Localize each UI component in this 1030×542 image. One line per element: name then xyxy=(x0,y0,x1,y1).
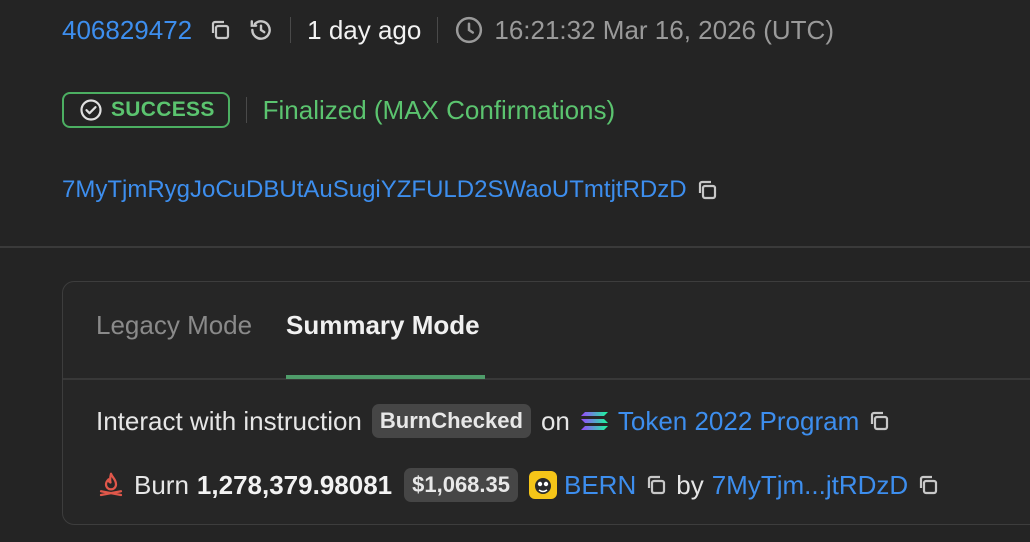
account-link[interactable]: 7MyTjm...jtRDzD xyxy=(712,470,908,501)
burn-amount: 1,278,379.98081 xyxy=(196,469,393,500)
copy-icon[interactable] xyxy=(208,18,232,42)
divider xyxy=(437,17,439,43)
bern-token-icon xyxy=(528,470,558,500)
mode-tabs: Legacy Mode Summary Mode xyxy=(63,282,1030,380)
status-badge: SUCCESS xyxy=(62,92,230,128)
relative-age: 1 day ago xyxy=(307,14,422,45)
interact-prefix: Interact with instruction xyxy=(96,405,362,436)
tab-legacy-mode[interactable]: Legacy Mode xyxy=(96,310,252,341)
signer-row: 7MyTjmRygJoCuDBUtAuSugiYZFULD2SWaoUTmtjt… xyxy=(62,172,719,208)
burn-line: Burn 1,278,379.98081 $1,068.35 BERN by 7… xyxy=(96,466,940,504)
program-link[interactable]: Token 2022 Program xyxy=(618,406,859,437)
solana-icon xyxy=(580,409,610,433)
history-icon[interactable] xyxy=(248,17,274,43)
clock-icon xyxy=(454,15,484,45)
divider xyxy=(290,17,292,43)
transaction-meta-row: 406829472 1 day ago 16:21:32 Mar 16, 202… xyxy=(62,10,834,50)
status-row: SUCCESS Finalized (MAX Confirmations) xyxy=(62,90,615,130)
instruction-line: Interact with instruction BurnChecked on… xyxy=(96,402,891,440)
by-word: by xyxy=(676,469,704,500)
usd-value-chip: $1,068.35 xyxy=(404,468,518,502)
token-link[interactable]: BERN xyxy=(564,470,636,501)
copy-icon[interactable] xyxy=(867,409,891,433)
check-circle-icon xyxy=(79,98,103,122)
copy-icon[interactable] xyxy=(916,473,940,497)
slot-link[interactable]: 406829472 xyxy=(62,15,192,46)
confirmation-status: Finalized (MAX Confirmations) xyxy=(262,94,616,125)
fire-icon xyxy=(96,470,126,500)
signer-link[interactable]: 7MyTjmRygJoCuDBUtAuSugiYZFULD2SWaoUTmtjt… xyxy=(62,176,687,204)
divider xyxy=(245,97,247,123)
action-label: Burn xyxy=(134,469,189,500)
timestamp: 16:21:32 Mar 16, 2026 (UTC) xyxy=(494,14,834,45)
instruction-summary-card: Legacy Mode Summary Mode Interact with i… xyxy=(62,281,1030,525)
tab-summary-mode[interactable]: Summary Mode xyxy=(286,310,480,341)
copy-icon[interactable] xyxy=(644,473,668,497)
status-badge-label: SUCCESS xyxy=(111,98,215,121)
on-word: on xyxy=(540,405,570,436)
instruction-chip: BurnChecked xyxy=(371,404,531,438)
active-tab-indicator xyxy=(286,375,485,379)
section-divider xyxy=(0,246,1030,248)
copy-icon[interactable] xyxy=(695,178,719,202)
